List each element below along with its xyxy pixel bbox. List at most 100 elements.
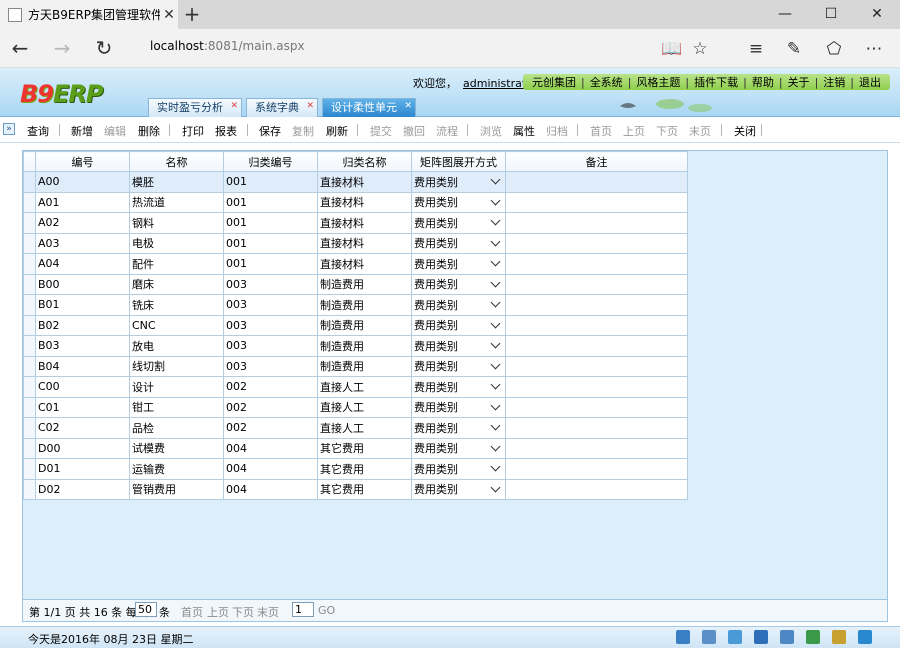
- top-menu-item[interactable]: 元创集团: [527, 74, 581, 90]
- expand-mode-select[interactable]: 费用类别: [411, 191, 506, 213]
- toolbar-button[interactable]: 报表: [215, 123, 237, 139]
- more-icon[interactable]: ⋯: [862, 37, 886, 61]
- table-cell[interactable]: [505, 191, 688, 213]
- expand-mode-select[interactable]: 费用类别: [411, 478, 506, 500]
- new-tab-button[interactable]: +: [180, 3, 204, 27]
- first-page-button[interactable]: 首页: [181, 604, 203, 620]
- app-tab[interactable]: 设计柔性单元 ✕: [322, 98, 416, 117]
- last-page-button[interactable]: 末页: [257, 604, 279, 620]
- table-cell[interactable]: A00: [35, 171, 130, 193]
- toolbar-button[interactable]: 编辑: [104, 123, 126, 139]
- table-cell[interactable]: 004: [223, 478, 318, 500]
- table-cell[interactable]: 002: [223, 376, 318, 398]
- expand-mode-select[interactable]: 费用类别: [411, 294, 506, 316]
- table-cell[interactable]: B04: [35, 355, 130, 377]
- table-cell[interactable]: [505, 478, 688, 500]
- table-cell[interactable]: 电极: [129, 232, 224, 254]
- table-row[interactable]: B03 放电 003 制造费用 费用类别: [23, 335, 688, 357]
- app-tab[interactable]: 系统字典 ✕: [246, 98, 318, 117]
- table-cell[interactable]: [505, 335, 688, 357]
- expand-mode-select[interactable]: 费用类别: [411, 253, 506, 275]
- table-cell[interactable]: A02: [35, 212, 130, 234]
- refresh-icon[interactable]: ↻: [90, 35, 118, 63]
- toolbar-button[interactable]: 删除: [138, 123, 160, 139]
- minimize-button[interactable]: —: [762, 0, 808, 29]
- expand-mode-select[interactable]: 费用类别: [411, 355, 506, 377]
- toolbar-button[interactable]: 撤回: [403, 123, 425, 139]
- hub-icon[interactable]: ≡: [744, 37, 768, 61]
- toolbar-button[interactable]: 关闭: [734, 123, 756, 139]
- table-cell[interactable]: 直接材料: [317, 212, 412, 234]
- column-header[interactable]: [23, 151, 36, 172]
- table-cell[interactable]: 001: [223, 171, 318, 193]
- column-header[interactable]: 备注: [505, 151, 688, 172]
- row-indicator[interactable]: [23, 232, 36, 254]
- table-cell[interactable]: 001: [223, 191, 318, 213]
- table-cell[interactable]: 试模费: [129, 437, 224, 459]
- table-cell[interactable]: B01: [35, 294, 130, 316]
- table-cell[interactable]: 制造费用: [317, 335, 412, 357]
- table-cell[interactable]: 制造费用: [317, 294, 412, 316]
- table-cell[interactable]: D01: [35, 458, 130, 480]
- toolbar-button[interactable]: 属性: [513, 123, 535, 139]
- toolbar-button[interactable]: 保存: [259, 123, 281, 139]
- row-indicator[interactable]: [23, 212, 36, 234]
- toolbar-button[interactable]: 上页: [623, 123, 645, 139]
- table-cell[interactable]: D02: [35, 478, 130, 500]
- chevron-down-icon[interactable]: [490, 256, 501, 267]
- table-cell[interactable]: 直接人工: [317, 417, 412, 439]
- table-cell[interactable]: [505, 355, 688, 377]
- table-cell[interactable]: 模胚: [129, 171, 224, 193]
- chevron-down-icon[interactable]: [490, 338, 501, 349]
- toolbar-button[interactable]: 提交: [370, 123, 392, 139]
- column-header[interactable]: 归类编号: [223, 151, 318, 172]
- table-row[interactable]: B04 线切割 003 制造费用 费用类别: [23, 355, 688, 377]
- expand-mode-select[interactable]: 费用类别: [411, 273, 506, 295]
- table-cell[interactable]: [505, 294, 688, 316]
- table-cell[interactable]: 001: [223, 232, 318, 254]
- table-cell[interactable]: [505, 437, 688, 459]
- row-indicator[interactable]: [23, 458, 36, 480]
- network-icon[interactable]: [858, 630, 872, 644]
- table-cell[interactable]: 制造费用: [317, 355, 412, 377]
- window-close-button[interactable]: ✕: [854, 0, 900, 29]
- go-button[interactable]: GO: [318, 604, 335, 617]
- mail-icon[interactable]: [780, 630, 794, 644]
- table-cell[interactable]: [505, 212, 688, 234]
- table-cell[interactable]: A01: [35, 191, 130, 213]
- toolbar-button[interactable]: 新增: [71, 123, 93, 139]
- row-indicator[interactable]: [23, 335, 36, 357]
- table-cell[interactable]: [505, 458, 688, 480]
- row-indicator[interactable]: [23, 273, 36, 295]
- home-icon[interactable]: [676, 630, 690, 644]
- table-cell[interactable]: 其它费用: [317, 458, 412, 480]
- toolbar-button[interactable]: 复制: [292, 123, 314, 139]
- table-row[interactable]: D01 运输费 004 其它费用 费用类别: [23, 458, 688, 480]
- row-indicator[interactable]: [23, 376, 36, 398]
- table-cell[interactable]: 001: [223, 212, 318, 234]
- reading-view-icon[interactable]: 📖: [660, 37, 684, 61]
- favorite-star-icon[interactable]: ☆: [688, 37, 712, 61]
- close-tab-icon[interactable]: ✕: [160, 7, 178, 23]
- table-cell[interactable]: 002: [223, 396, 318, 418]
- table-cell[interactable]: 003: [223, 314, 318, 336]
- expand-mode-select[interactable]: 费用类别: [411, 437, 506, 459]
- expand-mode-select[interactable]: 费用类别: [411, 458, 506, 480]
- table-cell[interactable]: B03: [35, 335, 130, 357]
- row-indicator[interactable]: [23, 478, 36, 500]
- next-page-button[interactable]: 下页: [232, 604, 254, 620]
- toolbar-button[interactable]: 末页: [689, 123, 711, 139]
- table-cell[interactable]: 004: [223, 437, 318, 459]
- toolbar-button[interactable]: 打印: [182, 123, 204, 139]
- users-icon[interactable]: [702, 630, 716, 644]
- chevron-down-icon[interactable]: [490, 400, 501, 411]
- table-cell[interactable]: 003: [223, 335, 318, 357]
- chevron-down-icon[interactable]: [490, 297, 501, 308]
- table-cell[interactable]: [505, 232, 688, 254]
- chevron-down-icon[interactable]: [490, 420, 501, 431]
- table-row[interactable]: B01 铣床 003 制造费用 费用类别: [23, 294, 688, 316]
- close-tab-icon[interactable]: ✕: [230, 97, 238, 115]
- row-indicator[interactable]: [23, 191, 36, 213]
- forward-arrow-icon[interactable]: →: [48, 35, 76, 63]
- toolbar-button[interactable]: 刷新: [326, 123, 348, 139]
